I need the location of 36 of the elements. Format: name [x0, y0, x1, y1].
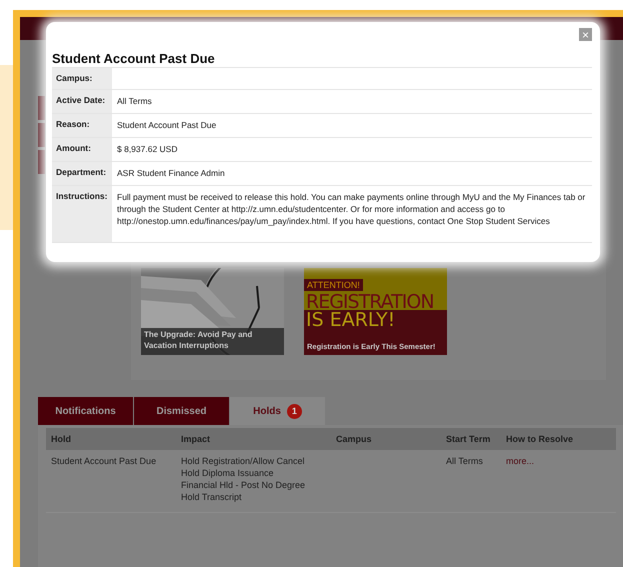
banner-caption: The Upgrade: Avoid Pay and Vacation Interruptions	[144, 329, 254, 351]
field-value: $ 8,937.62 USD	[117, 144, 178, 154]
news-banner[interactable]: The Upgrade: Avoid Pay and Vacation Interruptions	[141, 268, 284, 355]
field-label: Amount:	[56, 143, 91, 153]
table-cell-text: Financial Hld - Post No Degree	[181, 480, 306, 490]
column-header: Hold	[46, 428, 176, 450]
table-cell-text: Hold Transcript	[181, 492, 243, 502]
banner-headline: REGISTRATION	[306, 294, 435, 310]
column-header: Impact	[176, 428, 331, 450]
field-value: Full payment must be received to release this hold. You can make payments online through MyU and the My Finances tab or through the Student Center at http://z.umn.edu/studentcenter. Or for more information and access go to http://onestop.umn.edu/finances/pay/um_pay/index.html. If you have questions, contact One Stop Student Services	[117, 192, 586, 226]
tab[interactable]: Holds 1	[230, 397, 325, 425]
banner-headline: IS EARLY!	[306, 312, 396, 328]
table-cell: All Terms	[446, 456, 483, 466]
sidebar-tab[interactable]	[38, 150, 45, 174]
field-label: Reason:	[56, 119, 90, 129]
field-label: Active Date:	[56, 95, 106, 105]
more-link[interactable]: more...	[506, 456, 534, 466]
tab[interactable]: Dismissed	[134, 397, 229, 425]
field-value: All Terms	[117, 96, 152, 106]
field-label: Department:	[56, 167, 106, 177]
table-cell-text: Hold Registration/Allow Cancel	[181, 456, 306, 466]
table-cell-text: Hold Diploma Issuance	[181, 468, 275, 478]
tab[interactable]: Notifications	[38, 397, 133, 425]
field-value: Student Account Past Due	[117, 120, 216, 130]
sidebar-tab[interactable]	[38, 96, 45, 120]
field-value: ASR Student Finance Admin	[117, 168, 225, 178]
dialog-title: Student Account Past Due	[52, 51, 216, 67]
field-label: Campus:	[56, 73, 92, 83]
column-header: How to Resolve	[501, 428, 616, 450]
column-header: Start Term	[441, 428, 501, 450]
field-label: Instructions:	[56, 191, 108, 201]
column-header: Campus	[331, 428, 441, 450]
count-badge: 1	[286, 404, 302, 418]
table-cell: Student Account Past Due	[51, 456, 156, 466]
sidebar-tab[interactable]	[38, 123, 45, 147]
banner-tag: ATTENTION!	[304, 279, 363, 291]
